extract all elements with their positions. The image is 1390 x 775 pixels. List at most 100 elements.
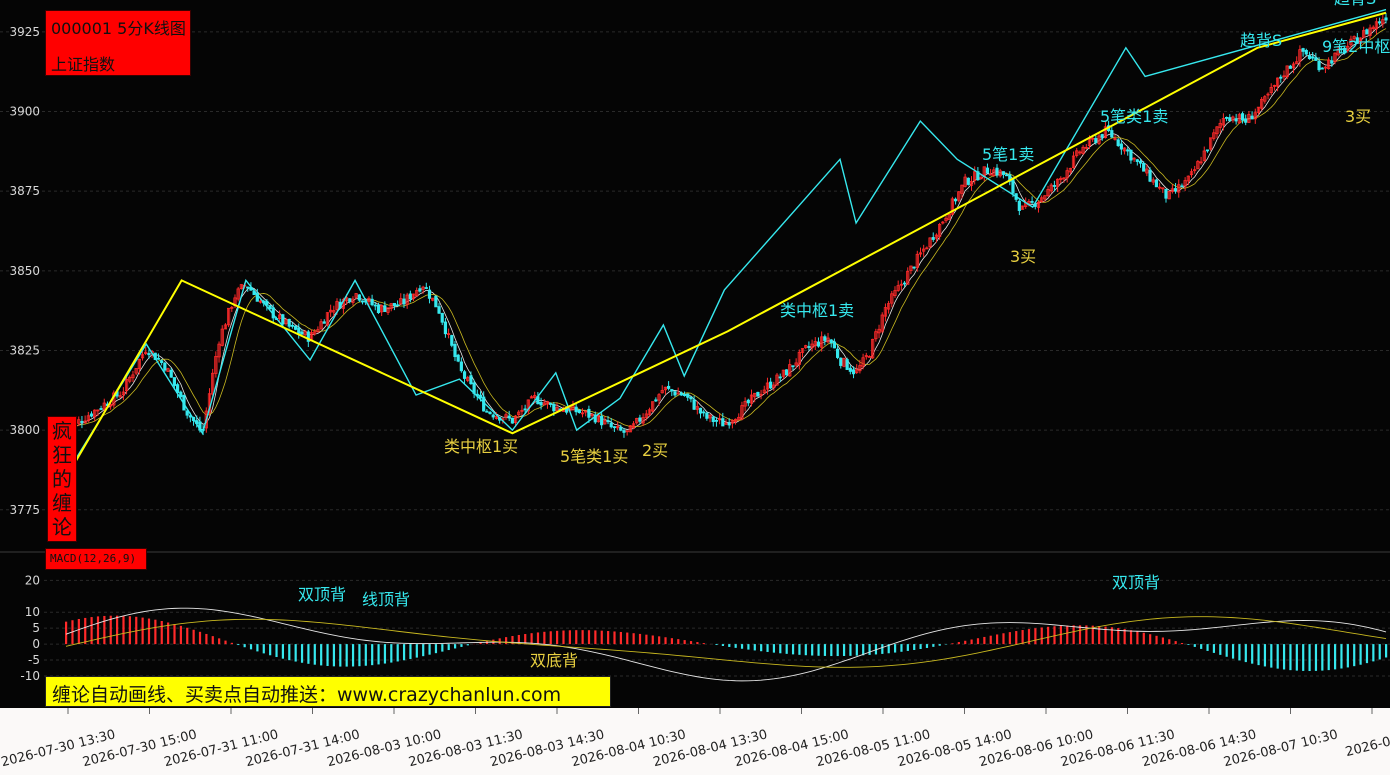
macd-bar xyxy=(224,640,227,645)
candle-body xyxy=(1314,57,1318,61)
macd-bar xyxy=(562,630,565,645)
candle-body xyxy=(823,336,827,341)
macd-label: MACD(12,26,9) xyxy=(50,552,137,565)
macd-bar xyxy=(205,633,208,645)
macd-bar xyxy=(632,633,635,645)
macd-bar xyxy=(1078,625,1082,645)
macd-bar xyxy=(383,644,387,664)
candle-body xyxy=(702,411,706,414)
candle-body xyxy=(395,304,400,307)
macd-bar xyxy=(288,644,291,661)
macd-bar xyxy=(186,627,189,645)
macd-bar xyxy=(664,637,667,645)
candle-body xyxy=(322,321,326,324)
candle-body xyxy=(172,377,177,386)
candle-body xyxy=(686,393,690,398)
candle-body xyxy=(179,391,183,398)
candle-body xyxy=(1129,149,1133,161)
candle-body xyxy=(488,411,492,415)
macd-bar xyxy=(683,640,686,645)
candle-body xyxy=(1011,179,1015,194)
macd-bar xyxy=(919,644,922,650)
macd-bar xyxy=(983,636,986,645)
chart-canvas: 3775 3800 3825 3850 3875 3900 3925 -10 -5 0 5 10 20… xyxy=(0,0,1390,775)
macd-bar xyxy=(160,621,163,645)
candle-body xyxy=(654,399,658,402)
candle-body xyxy=(1205,149,1210,152)
macd-bar xyxy=(1129,630,1133,645)
macd-bar xyxy=(696,642,699,645)
signal-label: 9笔2中枢 xyxy=(1322,37,1390,56)
candle-body xyxy=(147,353,151,356)
macd-bar xyxy=(198,631,202,645)
macd-bar xyxy=(893,644,897,653)
candle-body xyxy=(1279,76,1283,79)
macd-bar xyxy=(549,631,552,645)
candle-body xyxy=(453,343,457,358)
candle-body xyxy=(829,339,833,344)
macd-bar xyxy=(581,630,584,645)
candle-body xyxy=(443,321,448,335)
candle-body xyxy=(835,348,840,358)
macd-signal-label: 双顶背 xyxy=(298,585,346,604)
macd-bar xyxy=(658,636,661,645)
macd-bar xyxy=(779,644,782,654)
candle-body xyxy=(692,399,696,410)
macd-bar xyxy=(556,630,559,645)
candle-body xyxy=(1164,188,1168,199)
macd-bar xyxy=(951,643,954,645)
signal-label: 趋背S xyxy=(1334,0,1376,8)
candle-body xyxy=(549,403,553,405)
candle-body xyxy=(156,357,161,360)
macd-bar xyxy=(1282,644,1286,670)
macd-bar xyxy=(766,644,769,652)
price-tick-label: 3775 xyxy=(9,503,40,517)
macd-bar xyxy=(600,630,603,645)
candle-body xyxy=(1138,160,1143,164)
macd-bar xyxy=(747,644,750,650)
signal-label: 3买 xyxy=(1010,247,1036,266)
macd-bar xyxy=(989,635,992,645)
candle-body xyxy=(698,407,703,414)
candle-body xyxy=(437,306,441,314)
macd-bar xyxy=(817,644,820,656)
macd-bar xyxy=(830,644,833,657)
macd-bar xyxy=(230,642,233,645)
macd-bar xyxy=(1193,644,1196,647)
macd-bar xyxy=(1321,644,1324,671)
macd-bar xyxy=(753,644,756,651)
index-name: 上证指数 xyxy=(51,55,116,74)
macd-bar xyxy=(1180,642,1184,645)
macd-bar xyxy=(275,644,278,658)
macd-bar xyxy=(307,644,310,664)
candle-body xyxy=(1119,143,1123,150)
candle-body xyxy=(290,324,294,327)
macd-bar xyxy=(1206,644,1209,651)
macd-bar xyxy=(320,644,323,666)
promo-text: 缠论自动画线、买卖点自动推送：www.crazychanlun.com xyxy=(52,684,562,706)
macd-bar xyxy=(256,644,259,652)
candle-body xyxy=(931,237,935,240)
macd-bar xyxy=(1161,637,1165,645)
macd-bar xyxy=(772,644,776,653)
signal-label: 趋背S xyxy=(1240,31,1282,50)
candle-body xyxy=(1116,139,1120,146)
price-tick-label: 3900 xyxy=(9,105,40,119)
candle-body xyxy=(1330,60,1334,64)
candle-body xyxy=(1154,179,1159,188)
macd-bar xyxy=(262,644,265,654)
macd-bar xyxy=(740,644,744,649)
candle-body xyxy=(1320,67,1324,70)
macd-bar xyxy=(721,644,725,646)
macd-bar xyxy=(402,644,406,661)
candle-body xyxy=(851,369,856,375)
candle-body xyxy=(348,298,352,302)
macd-bar xyxy=(294,644,297,662)
macd-bar xyxy=(849,644,852,656)
candle-body xyxy=(300,331,304,335)
macd-bar xyxy=(218,638,221,645)
candle-body xyxy=(1004,174,1009,177)
candle-body xyxy=(1365,29,1369,35)
macd-tick-label: 5 xyxy=(32,621,40,635)
macd-bar xyxy=(1263,644,1267,667)
